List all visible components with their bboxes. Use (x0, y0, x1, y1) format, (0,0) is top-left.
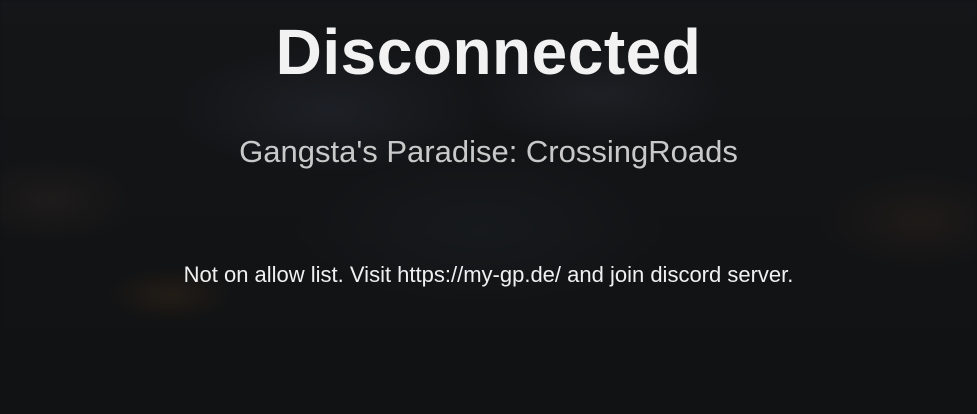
disconnected-title: Disconnected (275, 16, 702, 88)
server-name: Gangsta's Paradise: CrossingRoads (239, 134, 738, 169)
disconnect-reason: Not on allow list. Visit https://my-gp.d… (183, 262, 794, 287)
disconnect-screen: Disconnected Gangsta's Paradise: Crossin… (0, 0, 977, 414)
